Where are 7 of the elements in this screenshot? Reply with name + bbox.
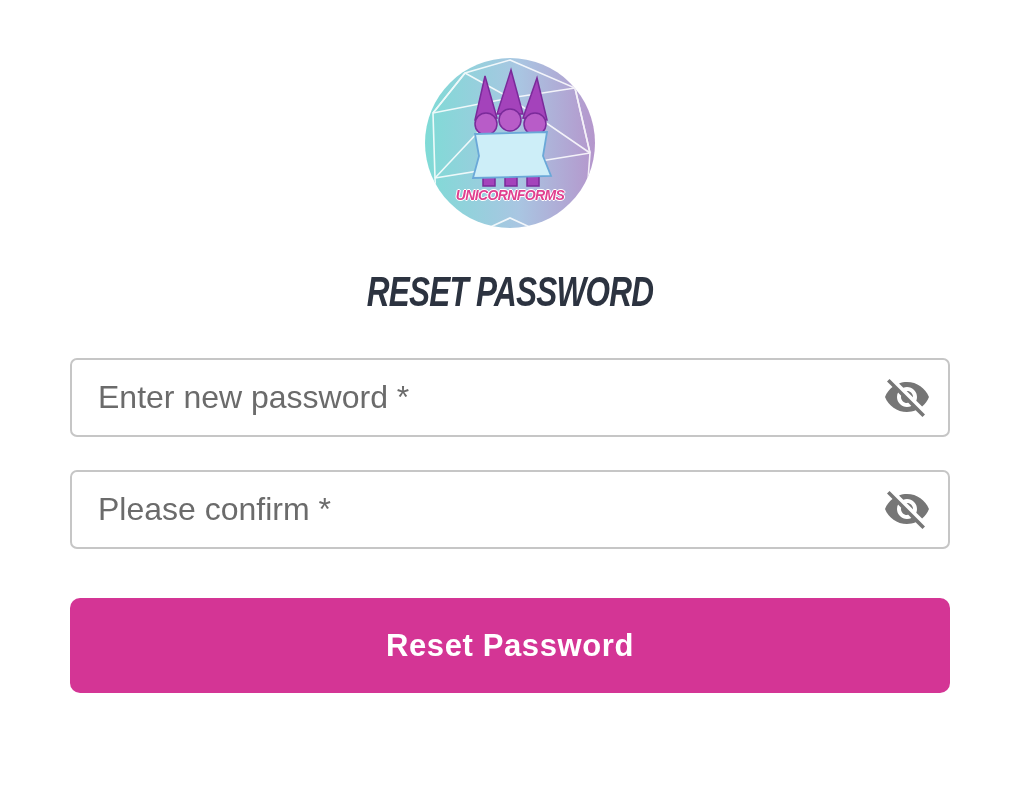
eye-slash-icon[interactable] <box>885 490 929 529</box>
password-field[interactable]: Enter new password * <box>70 358 950 437</box>
reset-password-button[interactable]: Reset Password <box>70 598 950 693</box>
logo-text: UNICORNFORMS <box>455 187 565 203</box>
password-field[interactable]: Please confirm * <box>70 470 950 549</box>
eye-slash-icon[interactable] <box>885 378 929 417</box>
page-title: RESET PASSWORD <box>366 268 654 316</box>
